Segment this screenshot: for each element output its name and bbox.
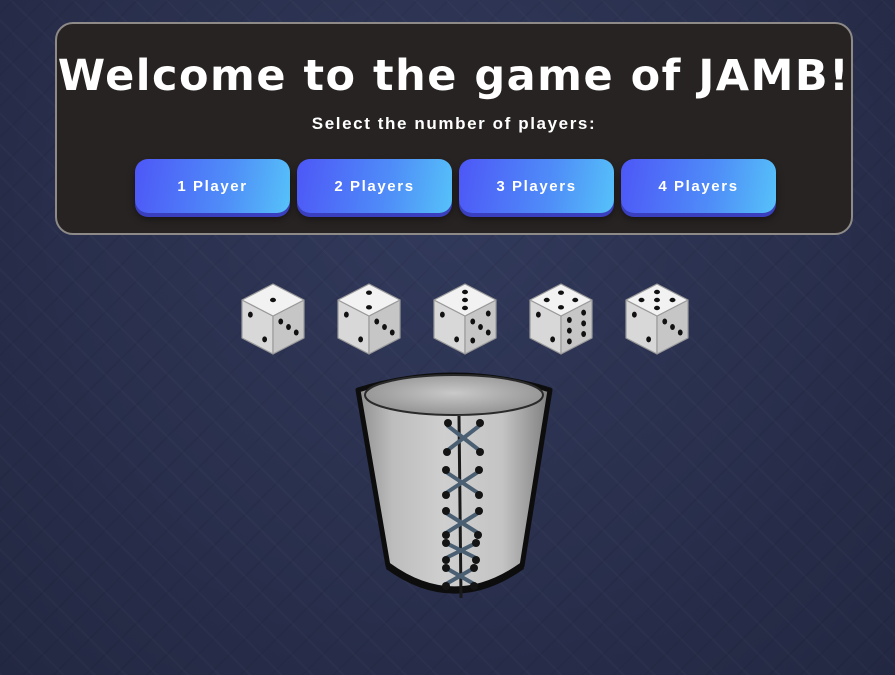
die-pip xyxy=(462,297,468,303)
die-pip xyxy=(550,336,556,343)
die-pip xyxy=(669,297,676,303)
die-pip xyxy=(581,320,587,327)
die-pip xyxy=(581,330,587,337)
die-pip xyxy=(262,336,268,343)
one-player-button[interactable]: 1 Player xyxy=(135,159,290,213)
die-pip xyxy=(485,310,491,317)
die-pip xyxy=(470,318,476,325)
die-pip xyxy=(654,305,660,311)
die-pip xyxy=(558,290,564,295)
die-pip xyxy=(374,318,380,325)
die-5[interactable] xyxy=(622,280,692,358)
die-pip xyxy=(382,324,387,330)
die-pip xyxy=(439,311,445,318)
four-players-button[interactable]: 4 Players xyxy=(621,159,776,213)
dice-row xyxy=(238,280,692,358)
die-pip xyxy=(572,297,579,303)
die-pip xyxy=(670,324,675,330)
die-pip xyxy=(286,324,291,330)
die-pip xyxy=(478,324,483,330)
die-pip xyxy=(470,337,476,344)
die-pip xyxy=(462,289,468,295)
die-1[interactable] xyxy=(238,280,308,358)
die-pip xyxy=(677,329,683,336)
die-pip xyxy=(485,329,491,336)
die-pip xyxy=(566,327,572,334)
player-button-row: 1 Player 2 Players 3 Players 4 Players xyxy=(135,159,776,213)
die-pip xyxy=(638,297,645,303)
die-pip xyxy=(293,329,299,336)
die-pip xyxy=(462,305,468,311)
die-pip xyxy=(654,297,660,303)
die-pip xyxy=(646,336,652,343)
die-3[interactable] xyxy=(430,280,500,358)
die-pip xyxy=(366,305,372,310)
die-pip xyxy=(581,309,587,316)
die-pip xyxy=(543,297,550,303)
die-pip xyxy=(566,338,572,345)
die-pip xyxy=(270,297,276,303)
die-pip xyxy=(566,317,572,324)
die-pip xyxy=(535,311,541,318)
player-select-prompt: Select the number of players: xyxy=(311,114,597,133)
die-pip xyxy=(558,305,564,310)
die-pip xyxy=(343,311,349,318)
die-pip xyxy=(654,289,660,295)
die-pip xyxy=(454,336,460,343)
die-pip xyxy=(358,336,364,343)
die-pip xyxy=(247,311,253,318)
die-pip xyxy=(366,290,372,295)
die-2[interactable] xyxy=(334,280,404,358)
page-title: Welcome to the game of JAMB! xyxy=(57,51,851,101)
two-players-button[interactable]: 2 Players xyxy=(297,159,452,213)
die-4[interactable] xyxy=(526,280,596,358)
die-pip xyxy=(278,318,284,325)
die-pip xyxy=(631,311,637,318)
welcome-panel: Welcome to the game of JAMB! Select the … xyxy=(55,22,853,235)
die-pip xyxy=(389,329,395,336)
dice-cup-icon[interactable] xyxy=(352,368,556,604)
three-players-button[interactable]: 3 Players xyxy=(459,159,614,213)
die-pip xyxy=(662,318,668,325)
